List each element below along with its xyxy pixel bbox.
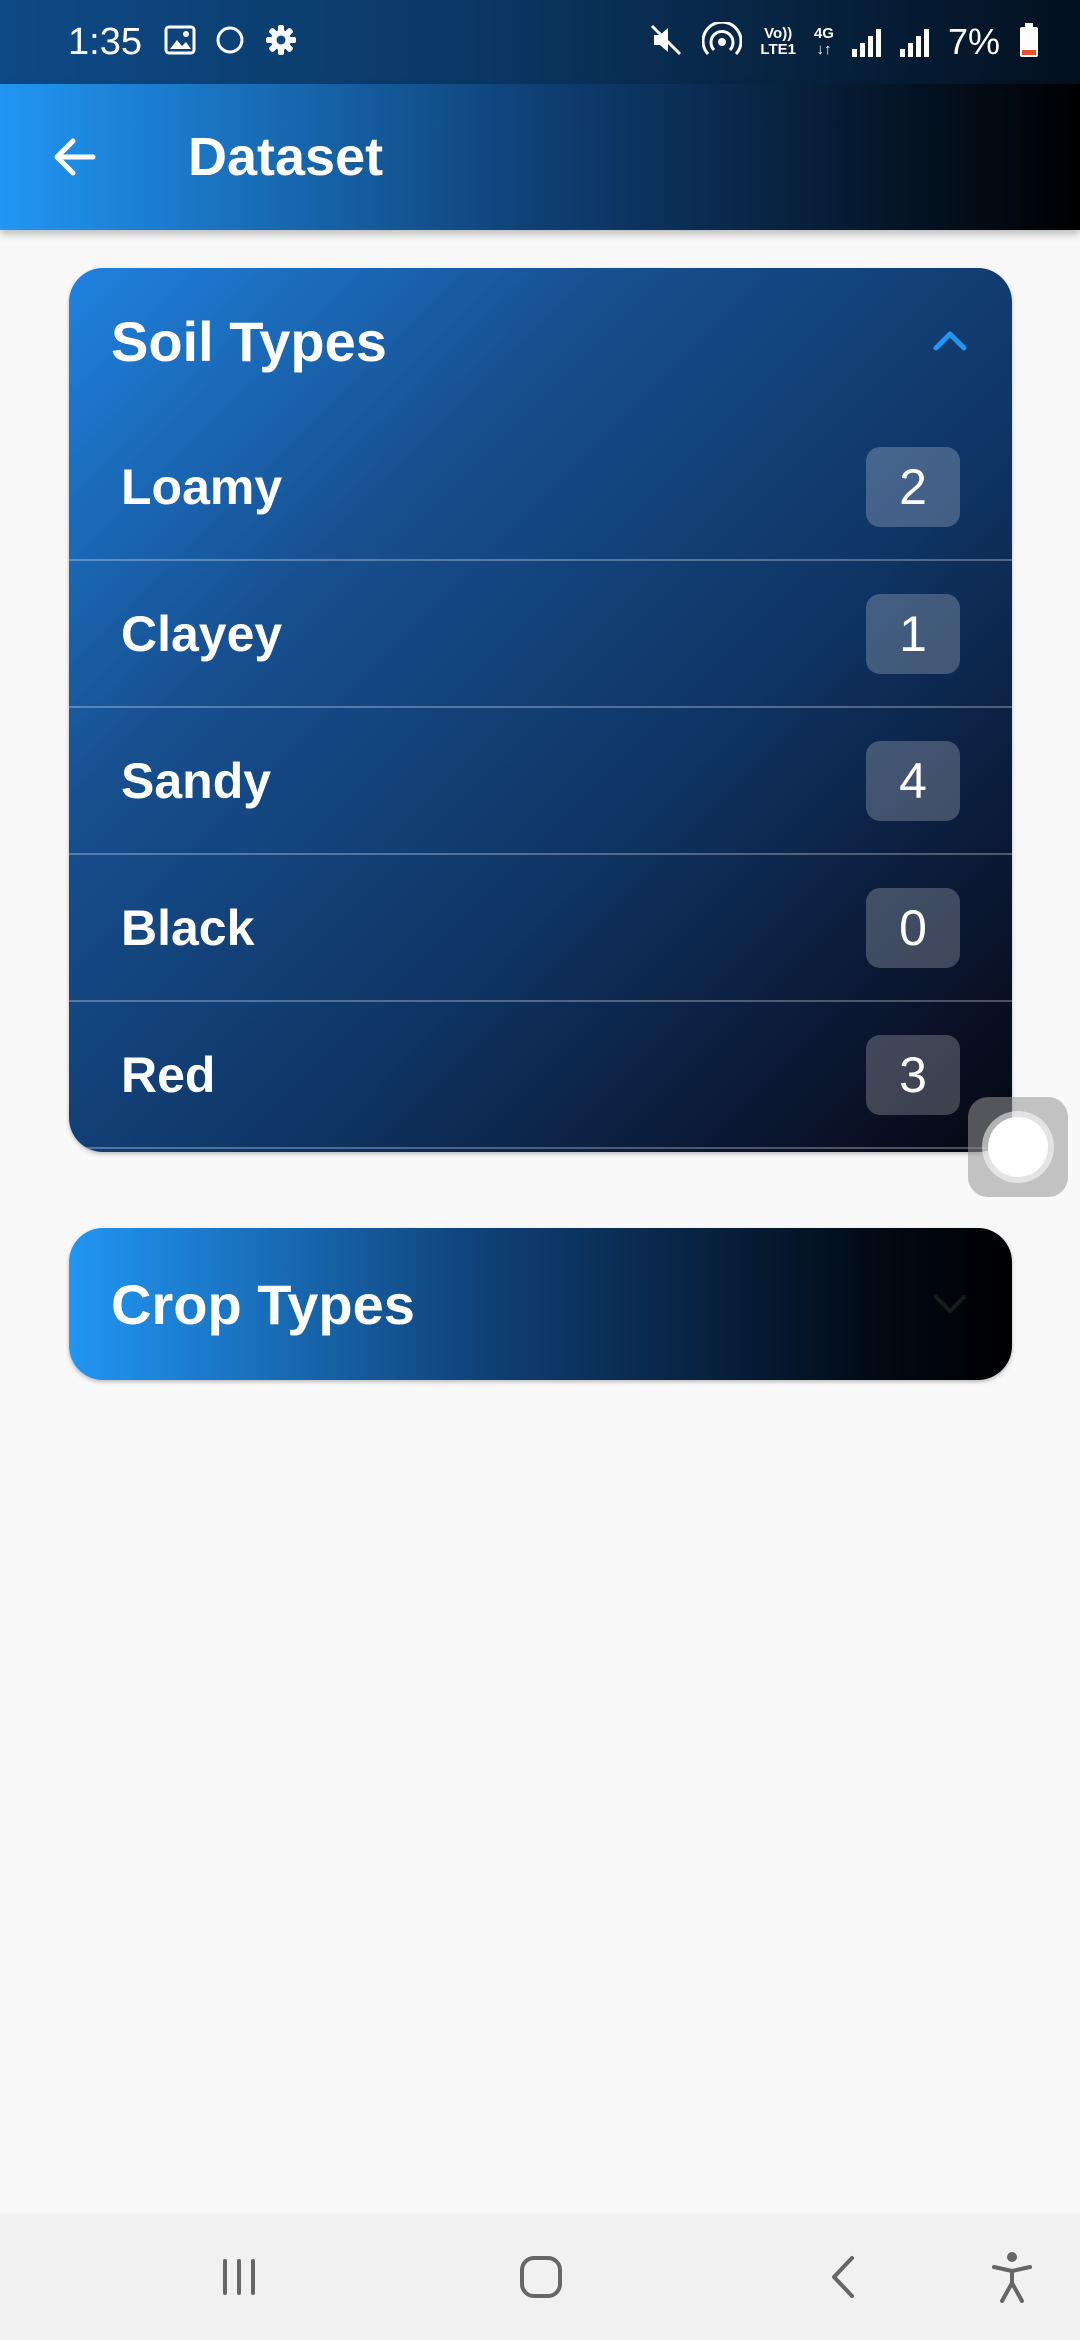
network-type: 4G ↓↑ (813, 25, 834, 58)
chevron-down-icon (930, 1284, 970, 1324)
soil-label: Black (121, 899, 255, 956)
crop-types-title: Crop Types (111, 1272, 415, 1336)
count-badge: 4 (866, 740, 960, 821)
status-bar: 1:35 Vo)) LTE1 4G ↓↑ 7% (0, 0, 1080, 84)
recent-apps-button[interactable] (179, 2214, 299, 2340)
signal-icon (851, 27, 882, 57)
soil-types-title: Soil Types (111, 309, 387, 373)
accessibility-button[interactable] (952, 2214, 1072, 2340)
count-badge: 3 (866, 1034, 960, 1115)
recent-apps-icon (223, 2259, 255, 2295)
count-badge: 1 (866, 593, 960, 674)
battery-percent: 7% (947, 21, 1000, 62)
hotspot-icon (701, 20, 743, 63)
count-badge: 2 (866, 446, 960, 527)
soil-types-header[interactable]: Soil Types (69, 268, 1012, 414)
crop-types-panel[interactable]: Crop Types (69, 1228, 1012, 1380)
gallery-icon (164, 25, 196, 60)
page-title: Dataset (188, 127, 384, 187)
soil-types-panel: Soil Types Loamy 2 Clayey 1 Sandy 4 Blac… (69, 268, 1012, 1152)
settings-icon (264, 23, 298, 62)
accessibility-icon (992, 2252, 1032, 2303)
soil-label: Loamy (121, 458, 283, 515)
assistive-touch-icon (988, 1117, 1048, 1177)
nav-back-button[interactable] (783, 2214, 903, 2340)
home-icon (520, 2256, 562, 2298)
soil-row-clayey[interactable]: Clayey 1 (69, 561, 1012, 708)
network-label: Vo)) LTE1 (760, 25, 796, 58)
status-time: 1:35 (68, 20, 142, 63)
soil-row-red[interactable]: Red 3 (69, 1002, 1012, 1149)
soil-row-loamy[interactable]: Loamy 2 (69, 414, 1012, 561)
home-button[interactable] (481, 2214, 601, 2340)
crop-types-header[interactable]: Crop Types (69, 1228, 1012, 1380)
system-nav-bar (0, 2214, 1080, 2340)
count-badge: 0 (866, 887, 960, 968)
soil-label: Sandy (121, 752, 272, 809)
chevron-up-icon (930, 321, 970, 361)
arrow-back-icon (54, 138, 96, 176)
soil-row-sandy[interactable]: Sandy 4 (69, 708, 1012, 855)
back-button[interactable] (36, 119, 112, 195)
soil-row-black[interactable]: Black 0 (69, 855, 1012, 1002)
circle-icon (214, 24, 246, 61)
app-bar: Dataset (0, 84, 1080, 230)
back-icon (832, 2256, 854, 2298)
battery-icon (1018, 22, 1040, 63)
signal-icon (899, 27, 930, 57)
soil-label: Red (121, 1046, 216, 1103)
soil-label: Clayey (121, 605, 283, 662)
assistive-touch-button[interactable] (968, 1097, 1068, 1197)
mute-icon (648, 22, 684, 63)
